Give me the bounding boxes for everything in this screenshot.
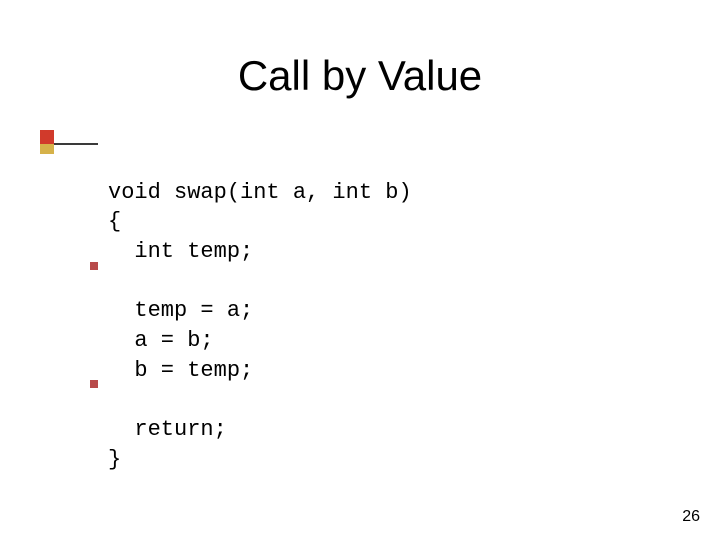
page-number: 26 bbox=[682, 508, 700, 526]
bullet-1 bbox=[90, 262, 98, 270]
deco-gold-square bbox=[40, 144, 54, 154]
bullet-2 bbox=[90, 380, 98, 388]
code-line-1: void swap(int a, int b) bbox=[108, 180, 412, 205]
deco-line bbox=[54, 143, 98, 145]
code-line-10: } bbox=[108, 447, 121, 472]
code-line-3: int temp; bbox=[108, 239, 253, 264]
code-line-9: return; bbox=[108, 417, 227, 442]
code-line-6: a = b; bbox=[108, 328, 214, 353]
slide-title: Call by Value bbox=[0, 52, 720, 100]
code-line-7: b = temp; bbox=[108, 358, 253, 383]
title-decoration bbox=[40, 130, 96, 158]
code-block: void swap(int a, int b) { int temp; temp… bbox=[108, 148, 412, 475]
code-line-2: { bbox=[108, 209, 121, 234]
code-line-5: temp = a; bbox=[108, 298, 253, 323]
deco-red-square bbox=[40, 130, 54, 144]
